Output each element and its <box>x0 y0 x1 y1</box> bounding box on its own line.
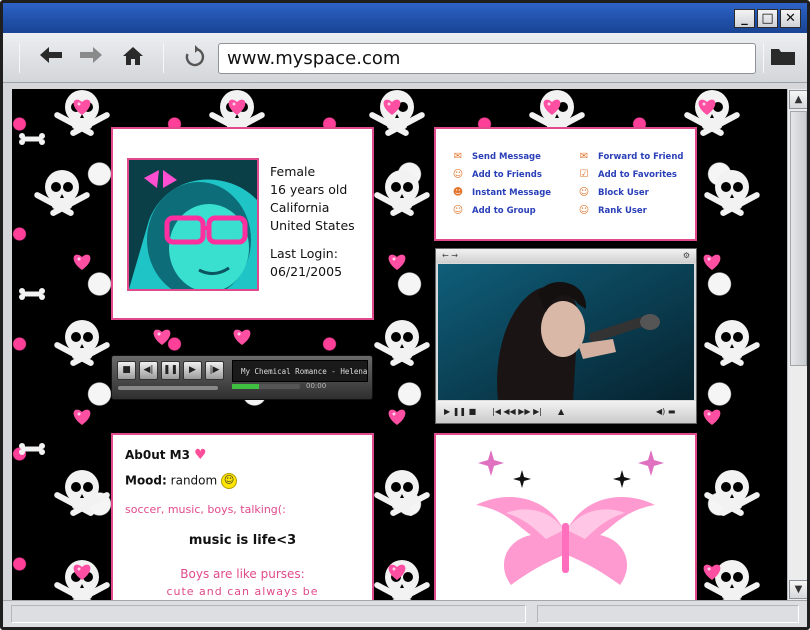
video-screen[interactable] <box>438 264 694 400</box>
status-segment-main <box>11 605 526 623</box>
favorites-icon: ☑ <box>579 169 589 180</box>
profile-info-card: Female 16 years old California United St… <box>111 127 374 320</box>
back-arrow-icon[interactable] <box>37 45 65 71</box>
rank-icon: ☺ <box>578 205 590 216</box>
quote-line-2: cute and can always be <box>166 585 319 598</box>
status-segment-right <box>537 605 799 623</box>
block-user-link[interactable]: ☺ Block User <box>576 187 649 198</box>
forward-to-friend-link[interactable]: ✉ Forward to Friend <box>576 151 684 162</box>
motto-text: music is life<3 <box>188 533 297 548</box>
browser-window: _ □ ✕ www.myspace.com Female 16 years ol… <box>0 0 810 630</box>
title-bar: _ □ ✕ <box>3 3 807 33</box>
add-to-favorites-link[interactable]: ☑ Add to Favorites <box>576 169 677 180</box>
add-to-group-link[interactable]: ☺ Add to Group <box>450 205 536 216</box>
scroll-thumb[interactable] <box>790 111 807 366</box>
settings-icon[interactable]: ⚙ <box>683 249 690 263</box>
block-icon: ☺ <box>578 187 590 198</box>
previous-button[interactable]: ◀| <box>139 361 158 380</box>
forward-mail-icon: ✉ <box>579 151 589 162</box>
send-message-link[interactable]: ✉ Send Message <box>450 151 541 162</box>
gender-text: Female <box>270 164 316 179</box>
butterfly-graphic-card <box>434 433 697 613</box>
video-player: ← → ⚙ ▶ ❚❚ ■ |◀ ◀◀ ▶▶ ▶| ▲ ◀) ▬ <box>435 248 697 424</box>
about-title: Ab0ut M3 ♥ <box>125 447 207 463</box>
age-text: 16 years old <box>270 182 348 197</box>
progress-bar[interactable] <box>232 384 300 389</box>
quote-line-1: Boys are like purses: <box>180 567 305 581</box>
maximize-button[interactable]: □ <box>757 9 778 28</box>
contact-links-card: ✉ Send Message ☺ Add to Friends ☻ Instant M… <box>434 127 697 241</box>
video-controls: ▶ ❚❚ ■ |◀ ◀◀ ▶▶ ▶| ▲ ◀) ▬ <box>436 401 696 423</box>
play-button[interactable]: ▶ <box>183 361 202 380</box>
close-button[interactable]: ✕ <box>780 9 801 28</box>
forward-arrow-icon[interactable] <box>77 45 105 71</box>
minimize-button[interactable]: _ <box>734 9 755 28</box>
pause-button[interactable]: ❚❚ <box>161 361 180 380</box>
heart-icon: ♥ <box>194 447 207 463</box>
time-display: 00:00 <box>306 382 327 390</box>
profile-details: Female 16 years old California United St… <box>270 163 355 281</box>
last-login-date: 06/21/2005 <box>270 264 343 279</box>
mood-line: Mood: random ☺ <box>125 473 238 489</box>
video-title-bar: ← → ⚙ <box>436 249 696 263</box>
scroll-up-arrow-icon[interactable]: ▲ <box>789 90 807 109</box>
last-login-label: Last Login: <box>270 246 338 261</box>
now-playing-display: My Chemical Romance - Helena <box>232 360 368 382</box>
smiley-icon: ☺ <box>221 473 238 489</box>
refresh-icon[interactable] <box>181 45 209 71</box>
browser-toolbar: www.myspace.com <box>3 33 807 83</box>
group-icon: ☺ <box>452 205 464 216</box>
volume-icon[interactable]: ◀) ▬ <box>656 401 675 423</box>
stop-button[interactable]: ■ <box>117 361 136 380</box>
eject-button[interactable]: ▲ <box>558 401 564 423</box>
chat-icon: ☻ <box>452 187 464 198</box>
interests-text: soccer, music, boys, talking(: <box>125 503 286 516</box>
scroll-down-arrow-icon[interactable]: ▼ <box>789 580 807 599</box>
video-seek-buttons[interactable]: |◀ ◀◀ ▶▶ ▶| <box>492 401 542 423</box>
rank-user-link[interactable]: ☺ Rank User <box>576 205 647 216</box>
volume-slider[interactable] <box>118 386 218 390</box>
status-bar <box>3 600 807 627</box>
instant-message-link[interactable]: ☻ Instant Message <box>450 187 551 198</box>
about-me-card: Ab0ut M3 ♥ Mood: random ☺ soccer, music,… <box>111 433 374 613</box>
home-icon[interactable] <box>119 45 147 71</box>
vertical-scrollbar[interactable]: ▲ ▼ <box>787 89 807 600</box>
envelope-icon: ✉ <box>453 151 463 162</box>
next-button[interactable]: |▶ <box>205 361 224 380</box>
video-play-button[interactable]: ▶ ❚❚ ■ <box>444 401 476 423</box>
folder-icon[interactable] <box>769 45 797 71</box>
country-text: United States <box>270 218 355 233</box>
music-player: ■ ◀| ❚❚ ▶ |▶ My Chemical Romance - Helen… <box>111 355 373 400</box>
add-friend-icon: ☺ <box>452 169 464 180</box>
butterfly-image <box>476 450 664 585</box>
state-text: California <box>270 200 330 215</box>
address-bar[interactable]: www.myspace.com <box>218 43 756 74</box>
profile-photo[interactable] <box>127 158 259 291</box>
add-to-friends-link[interactable]: ☺ Add to Friends <box>450 169 542 180</box>
